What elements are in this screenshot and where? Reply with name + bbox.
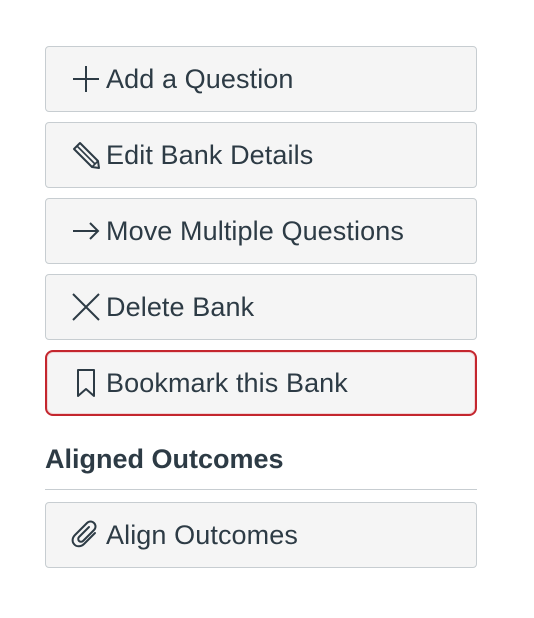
edit-bank-details-button[interactable]: Edit Bank Details xyxy=(45,122,477,188)
add-question-label: Add a Question xyxy=(106,63,294,94)
bookmark-icon xyxy=(70,367,102,399)
x-close-icon xyxy=(70,291,102,323)
align-outcomes-button[interactable]: Align Outcomes xyxy=(45,502,477,568)
paperclip-icon xyxy=(70,519,102,551)
plus-icon xyxy=(70,63,102,95)
bookmark-bank-button[interactable]: Bookmark this Bank xyxy=(45,350,477,416)
delete-bank-label: Delete Bank xyxy=(106,291,255,322)
move-multiple-questions-label: Move Multiple Questions xyxy=(106,215,404,246)
arrow-right-icon xyxy=(70,215,102,247)
delete-bank-button[interactable]: Delete Bank xyxy=(45,274,477,340)
move-multiple-questions-button[interactable]: Move Multiple Questions xyxy=(45,198,477,264)
aligned-outcomes-heading: Aligned Outcomes xyxy=(45,444,477,490)
edit-bank-details-label: Edit Bank Details xyxy=(106,139,314,170)
bookmark-bank-label: Bookmark this Bank xyxy=(106,367,348,398)
question-bank-sidebar: Add a Question Edit Bank Details Move Mu… xyxy=(45,46,477,578)
pencil-icon xyxy=(70,139,102,171)
add-question-button[interactable]: Add a Question xyxy=(45,46,477,112)
align-outcomes-label: Align Outcomes xyxy=(106,519,298,550)
